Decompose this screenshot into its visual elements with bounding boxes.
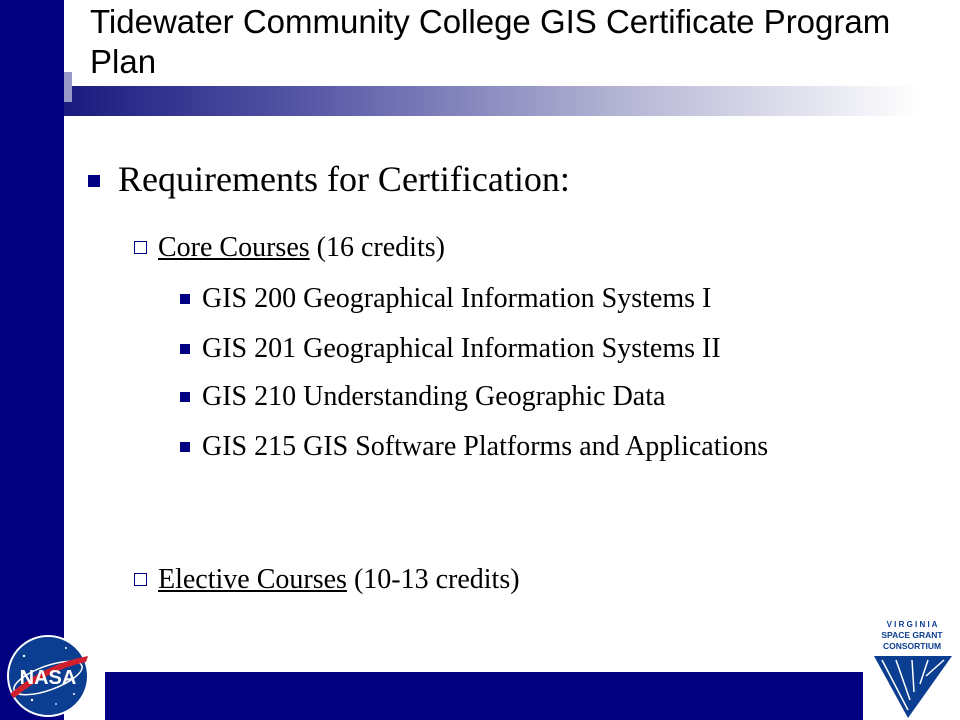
square-bullet-icon bbox=[88, 175, 100, 187]
course-gis-200: GIS 200 Geographical Information Systems… bbox=[202, 283, 712, 314]
nasa-logo: NASA bbox=[7, 635, 89, 717]
square-bullet-icon bbox=[180, 392, 190, 402]
elective-courses-label: Elective Courses bbox=[158, 564, 347, 595]
square-bullet-icon bbox=[180, 294, 190, 304]
vsgc-logo: V I R G I N I A SPACE GRANT CONSORTIUM bbox=[874, 620, 952, 718]
elective-courses-credits: (10-13 credits) bbox=[353, 564, 520, 595]
bottom-accent-bar bbox=[105, 672, 863, 720]
title-notch bbox=[64, 72, 72, 102]
square-bullet-icon bbox=[180, 442, 190, 452]
core-courses-credits: (16 credits) bbox=[316, 232, 445, 263]
vsgc-logo-line1: V I R G I N I A bbox=[887, 620, 938, 629]
core-courses-label: Core Courses bbox=[158, 232, 310, 263]
slide-title: Tidewater Community College GIS Certific… bbox=[90, 3, 891, 80]
course-gis-215: GIS 215 GIS Software Platforms and Appli… bbox=[202, 431, 769, 462]
square-bullet-icon bbox=[180, 344, 190, 354]
left-accent-bar bbox=[0, 0, 64, 720]
hollow-square-bullet-icon bbox=[134, 241, 147, 254]
nasa-logo-text: NASA bbox=[20, 667, 77, 689]
heading-text: Requirements for Certification: bbox=[118, 159, 570, 199]
course-gis-201: GIS 201 Geographical Information Systems… bbox=[202, 333, 721, 364]
title-underline-gradient bbox=[64, 86, 918, 116]
hollow-square-bullet-icon bbox=[134, 573, 147, 586]
vsgc-logo-line2: SPACE GRANT bbox=[881, 630, 943, 640]
vsgc-logo-line3: CONSORTIUM bbox=[883, 641, 941, 651]
course-gis-210: GIS 210 Understanding Geographic Data bbox=[202, 381, 666, 412]
